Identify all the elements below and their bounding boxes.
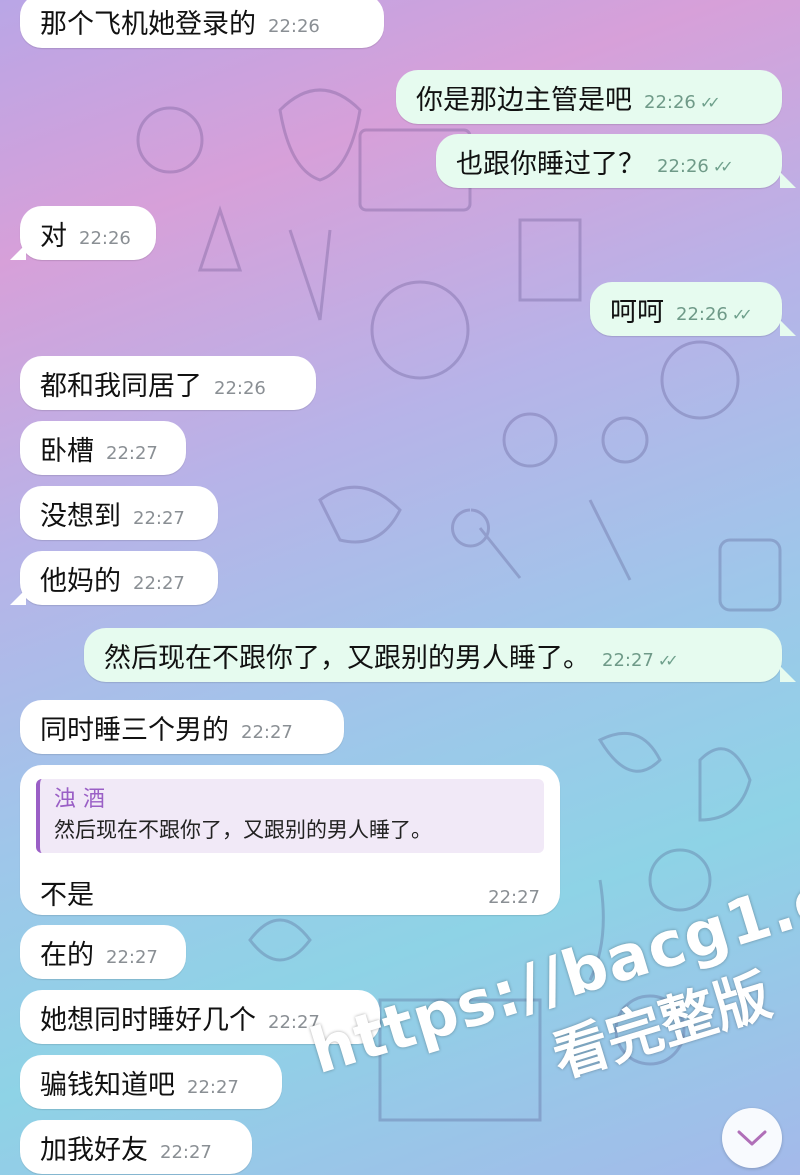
message-time: 22:27 xyxy=(106,442,158,464)
bubble-tail xyxy=(10,589,26,605)
message-text: 她想同时睡好几个 xyxy=(40,1004,256,1036)
message-text: 卧槽 xyxy=(40,435,94,467)
quoted-text: 然后现在不跟你了，又跟别的男人睡了。 xyxy=(54,818,432,842)
message-incoming[interactable]: 没想到 22:27 xyxy=(20,486,218,540)
message-incoming[interactable]: 在的 22:27 xyxy=(20,925,186,979)
double-check-icon: ✓✓ xyxy=(699,92,721,112)
chevron-down-icon xyxy=(737,1130,767,1146)
message-text: 那个飞机她登录的 xyxy=(40,8,256,40)
message-incoming[interactable]: 他妈的 22:27 xyxy=(20,551,218,605)
message-time: 22:26 xyxy=(657,155,709,177)
double-check-icon: ✓✓ xyxy=(712,156,734,176)
message-time: 22:26 xyxy=(214,377,266,399)
message-incoming[interactable]: 同时睡三个男的 22:27 xyxy=(20,700,344,754)
message-text: 你是那边主管是吧 xyxy=(416,84,632,116)
message-with-reply[interactable]: 浊 酒 然后现在不跟你了，又跟别的男人睡了。 不是 22:27 xyxy=(20,765,560,915)
message-text: 骗钱知道吧 xyxy=(40,1069,175,1101)
message-time: 22:26 xyxy=(79,227,131,249)
message-text: 同时睡三个男的 xyxy=(40,714,229,746)
message-text: 没想到 xyxy=(40,500,121,532)
message-text: 呵呵 xyxy=(610,296,664,328)
message-incoming[interactable]: 卧槽 22:27 xyxy=(20,421,186,475)
message-outgoing[interactable]: 你是那边主管是吧 22:26 ✓✓ xyxy=(396,70,782,124)
message-text: 在的 xyxy=(40,939,94,971)
message-time: 22:26 xyxy=(644,91,696,113)
message-text: 不是 xyxy=(40,880,94,911)
message-text: 对 xyxy=(40,220,67,252)
message-time: 22:27 xyxy=(133,507,185,529)
message-incoming[interactable]: 骗钱知道吧 22:27 xyxy=(20,1055,282,1109)
message-incoming[interactable]: 对 22:26 xyxy=(20,206,156,260)
bubble-tail xyxy=(780,320,796,336)
message-time: 22:27 xyxy=(602,649,654,671)
message-outgoing[interactable]: 也跟你睡过了？ 22:26 ✓✓ xyxy=(436,134,782,188)
bubble-tail xyxy=(780,666,796,682)
message-incoming[interactable]: 加我好友 22:27 xyxy=(20,1120,252,1174)
message-time: 22:27 xyxy=(106,946,158,968)
double-check-icon: ✓✓ xyxy=(657,650,679,670)
message-text: 也跟你睡过了？ xyxy=(456,148,645,180)
message-incoming[interactable]: 那个飞机她登录的 22:26 xyxy=(20,0,384,48)
message-text: 他妈的 xyxy=(40,565,121,597)
message-outgoing[interactable]: 呵呵 22:26 ✓✓ xyxy=(590,282,782,336)
quoted-sender-name: 浊 酒 xyxy=(54,787,105,812)
quoted-message[interactable]: 浊 酒 然后现在不跟你了，又跟别的男人睡了。 xyxy=(36,779,544,853)
message-time: 22:26 xyxy=(268,15,320,37)
message-text: 都和我同居了 xyxy=(40,370,202,402)
message-text: 然后现在不跟你了，又跟别的男人睡了。 xyxy=(104,642,590,674)
message-time: 22:27 xyxy=(133,572,185,594)
message-outgoing[interactable]: 然后现在不跟你了，又跟别的男人睡了。 22:27 ✓✓ xyxy=(84,628,782,682)
message-incoming[interactable]: 都和我同居了 22:26 xyxy=(20,356,316,410)
message-time: 22:26 xyxy=(676,303,728,325)
scroll-to-bottom-button[interactable] xyxy=(722,1108,782,1168)
message-text: 加我好友 xyxy=(40,1134,148,1166)
message-time: 22:27 xyxy=(241,721,293,743)
bubble-tail xyxy=(780,172,796,188)
double-check-icon: ✓✓ xyxy=(731,304,753,324)
message-time: 22:27 xyxy=(160,1141,212,1163)
message-time: 22:27 xyxy=(187,1076,239,1098)
